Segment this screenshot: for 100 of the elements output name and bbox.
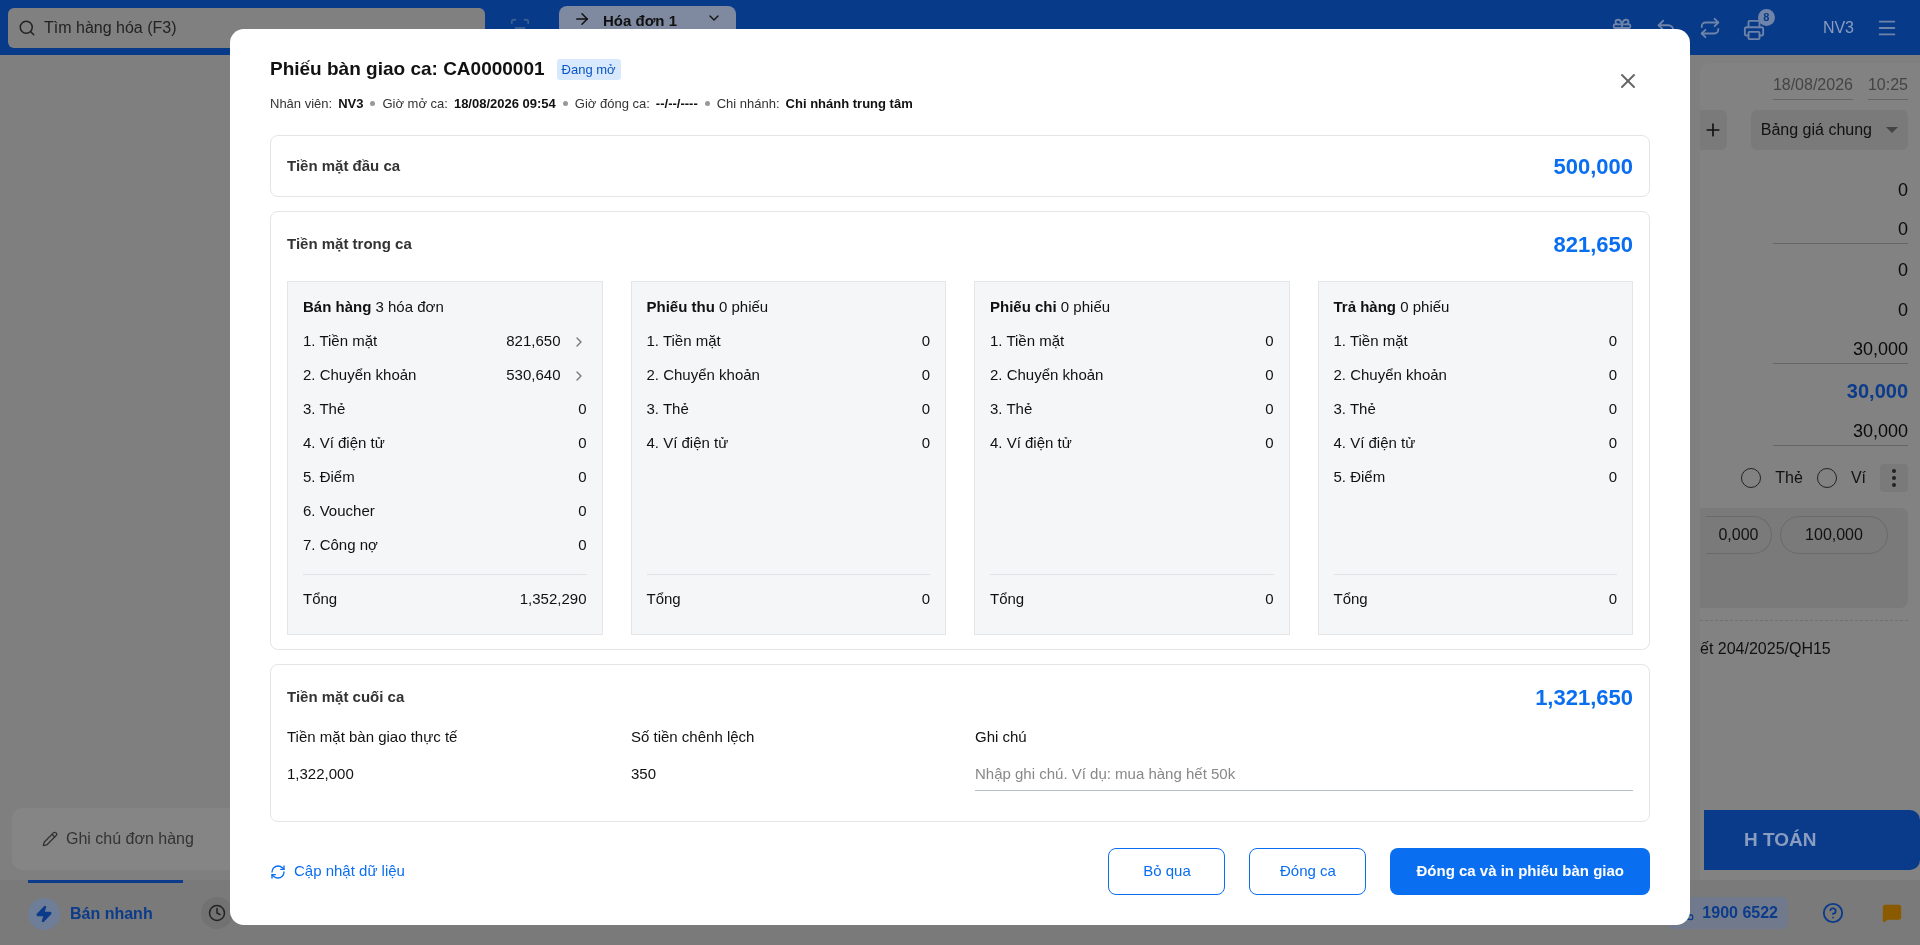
printer-icon[interactable] — [1742, 18, 1765, 41]
radio-label: Ví — [1850, 468, 1866, 488]
dot-separator — [704, 100, 710, 106]
meta-label: Chi nhánh: — [716, 94, 780, 113]
payment-label: 2. Chuyển khoản — [1333, 365, 1448, 386]
meta-value: --/--/---- — [655, 94, 698, 113]
mode-tab[interactable]: Bán nhanh — [28, 880, 183, 945]
more-icon — [1892, 469, 1896, 487]
payment-value: 0 — [921, 365, 930, 386]
payment-label: 3. Thẻ — [1333, 399, 1377, 420]
more-button[interactable] — [1880, 464, 1908, 492]
arrow-icon — [573, 10, 591, 28]
dialog-button[interactable]: Đóng ca — [1249, 848, 1367, 895]
payment-value: 821,650 — [506, 331, 561, 352]
payment-label: 2. Chuyển khoản — [646, 365, 761, 386]
amount: 500,000 — [1553, 152, 1633, 181]
field-value: 350 — [631, 763, 658, 784]
payment-label: 2. Chuyển khoản — [990, 365, 1105, 386]
payment-label: 1. Tiền mặt — [303, 331, 379, 352]
field-label: Ghi chú — [975, 727, 1028, 747]
payment-label: 6. Voucher — [303, 501, 376, 522]
amount: 1,321,650 — [1535, 684, 1633, 712]
amount-value: 0 — [1898, 299, 1908, 322]
field-label: Tiền mặt bàn giao thực tế — [287, 727, 459, 747]
payment-value: 0 — [578, 467, 587, 488]
payment-label: 4. Ví điện tử — [303, 433, 386, 454]
meta-label: Nhân viên: — [270, 94, 333, 113]
search-icon — [18, 18, 36, 37]
meta-label: Giờ đóng ca: — [574, 94, 650, 113]
repeat-icon[interactable] — [1698, 16, 1721, 39]
radio-label: Thẻ — [1775, 468, 1803, 488]
payment-value: 0 — [1608, 399, 1617, 420]
section-label: Tiền mặt trong ca — [287, 234, 412, 255]
lightning-icon — [28, 898, 60, 930]
price-list-select[interactable]: Bảng giá chung — [1750, 110, 1908, 150]
payment-label: 1. Tiền mặt — [990, 331, 1066, 352]
payment-value: 0 — [1608, 365, 1617, 386]
payment-label: 3. Thẻ — [303, 399, 347, 420]
payment-value: 0 — [578, 501, 587, 522]
dialog-button[interactable]: Đóng ca và in phiếu bàn giao — [1390, 848, 1650, 895]
amount-value[interactable]: 30,000 — [1773, 406, 1908, 446]
amount-value[interactable]: 0 — [1773, 204, 1908, 244]
checkout-button[interactable]: H TOÁN — [1704, 810, 1920, 870]
dialog-title: Phiếu bàn giao ca: CA0000001 — [270, 57, 545, 81]
payment-value: 530,640 — [506, 365, 561, 386]
total-label: Tổng — [990, 589, 1025, 610]
payment-value: 0 — [1265, 433, 1274, 454]
amount: 821,650 — [1553, 231, 1633, 259]
payment-label: 5. Điểm — [303, 467, 356, 488]
total-value: 0 — [1265, 589, 1274, 610]
clock-icon[interactable] — [200, 896, 233, 929]
total-value: 0 — [921, 589, 930, 610]
group-title: Phiếu thu 0 phiếu — [646, 297, 770, 317]
field-label: Số tiền chênh lệch — [631, 727, 756, 747]
payment-value: 0 — [578, 535, 587, 556]
payment-value: 0 — [1608, 433, 1617, 454]
total-value: 1,352,290 — [519, 589, 587, 610]
legal-note: ết 204/2025/QH15 — [1700, 639, 1831, 659]
meta-value: NV3 — [338, 94, 364, 113]
caret-icon — [1886, 127, 1898, 133]
user-name[interactable]: NV3 — [1822, 15, 1854, 40]
total-label: Tổng — [1333, 589, 1368, 610]
payment-value: 0 — [1608, 467, 1617, 488]
help-icon[interactable] — [1822, 901, 1844, 924]
dot-separator — [370, 100, 376, 106]
payment-label: 2. Chuyển khoản — [303, 365, 418, 386]
payment-value: 0 — [1265, 331, 1274, 352]
payment-label: 5. Điểm — [1333, 467, 1387, 488]
amount-value: 0 — [1898, 179, 1908, 202]
payment-value: 0 — [578, 433, 587, 454]
payment-label: 1. Tiền mặt — [646, 331, 722, 352]
total-label: Tổng — [303, 589, 338, 610]
payment-value: 0 — [1265, 365, 1274, 386]
refresh-link[interactable]: Cập nhật dữ liệu — [270, 860, 1109, 883]
total-value: 0 — [1608, 589, 1617, 610]
payment-value: 0 — [1608, 331, 1617, 352]
payment-value: 0 — [921, 433, 930, 454]
amount-value[interactable]: 30,000 — [1773, 324, 1908, 364]
payment-label: 7. Công nợ — [303, 535, 379, 556]
meta-value: Chi nhánh trung tâm — [785, 94, 913, 113]
dialog-button[interactable]: Bỏ qua — [1108, 848, 1226, 895]
payment-label: 4. Ví điện tử — [1333, 433, 1417, 454]
payment-label: 3. Thẻ — [990, 399, 1034, 420]
status-badge: Đang mở — [556, 58, 621, 80]
payment-value: 0 — [921, 399, 930, 420]
amount-value: 30,000 — [1846, 379, 1908, 404]
note-field[interactable]: Nhập ghi chú. Ví dụ: mua hàng hết 50k — [975, 756, 1633, 791]
amount-value: 0 — [1898, 259, 1908, 282]
add-button[interactable] — [1700, 110, 1727, 150]
payment-value: 0 — [1265, 399, 1274, 420]
search-placeholder: Tìm hàng hóa (F3) — [44, 17, 178, 38]
meta-label: Giờ mở ca: — [382, 94, 448, 113]
meta-value: 18/08/2026 09:54 — [453, 94, 556, 113]
printer-badge: 8 — [1757, 8, 1775, 26]
field-value: 1,322,000 — [287, 763, 355, 784]
section-label: Tiền mặt đầu ca — [287, 155, 401, 176]
payment-value: 0 — [578, 399, 587, 420]
date-field[interactable]: 18/08/2026 — [1772, 73, 1853, 100]
group-title: Phiếu chi 0 phiếu — [990, 297, 1112, 317]
time-field[interactable]: 10:25 — [1867, 73, 1908, 100]
